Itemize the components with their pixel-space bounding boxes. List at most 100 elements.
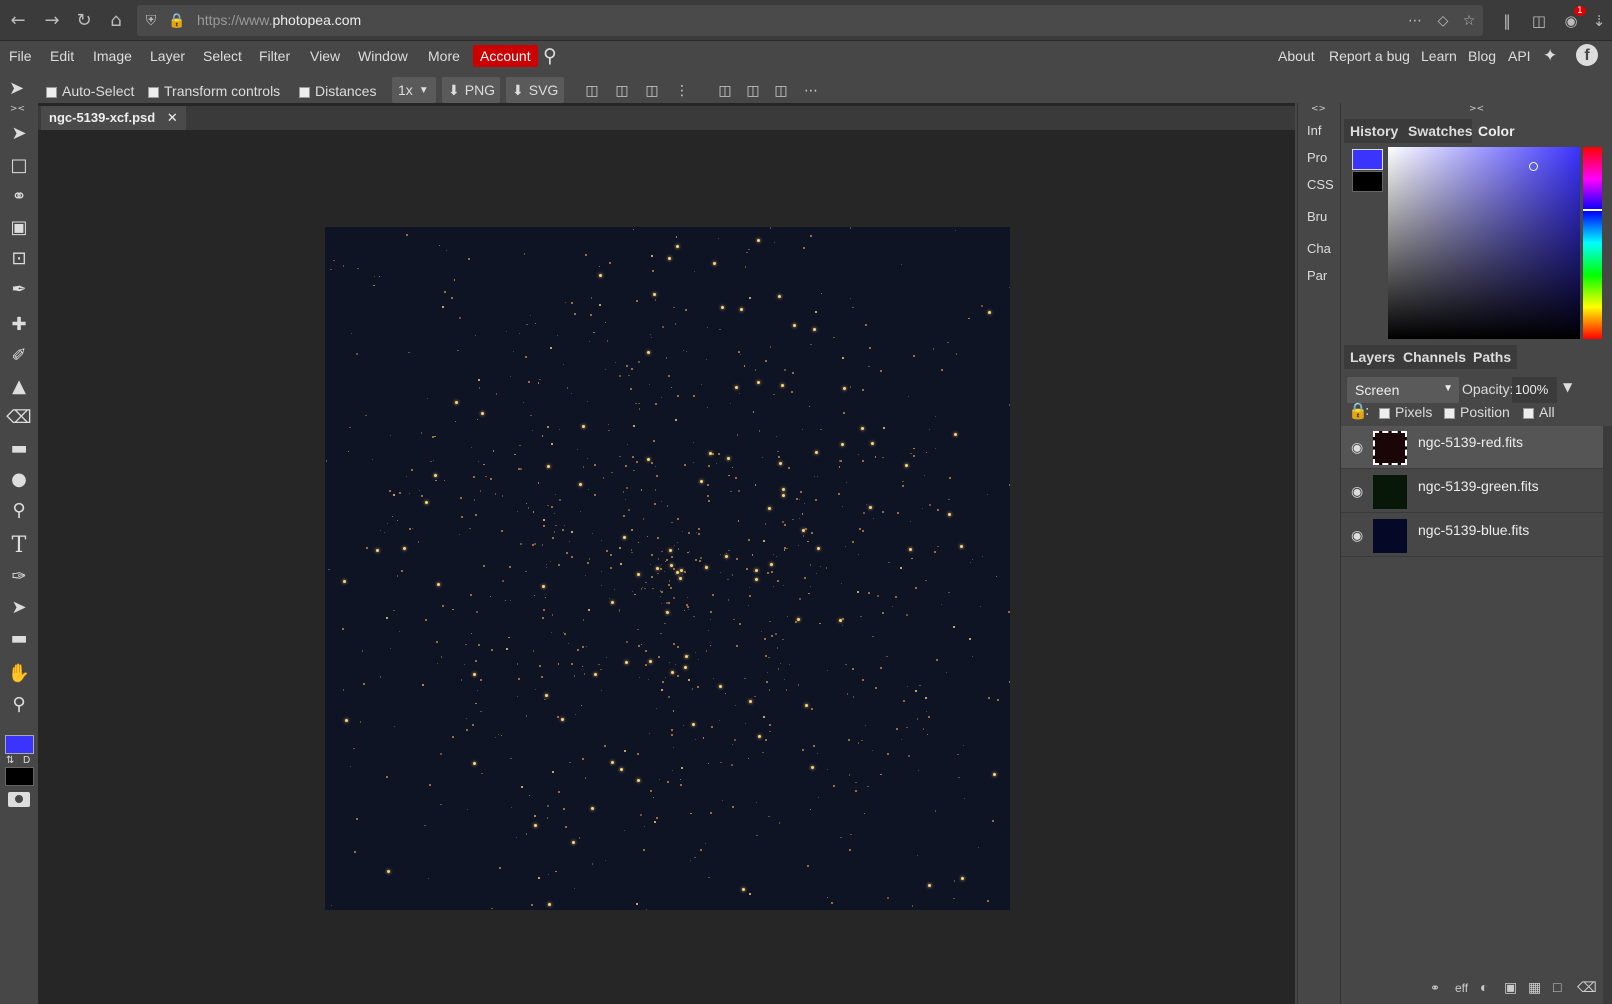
zoom-select[interactable]: 1x ▼ (392, 77, 436, 103)
tab-history[interactable]: History (1344, 119, 1405, 143)
distances-checkbox[interactable]: Distances (299, 83, 376, 99)
new-group-icon[interactable]: ▦ (1528, 979, 1541, 996)
facebook-icon[interactable]: f (1576, 44, 1598, 66)
bookmark-star-icon[interactable]: ☆ (1459, 11, 1479, 31)
image-canvas[interactable] (325, 227, 1010, 910)
eye-icon[interactable]: ◉ (1351, 484, 1363, 500)
crop-tool-icon[interactable]: ⊡ (3, 243, 35, 273)
background-color-swatch[interactable] (1352, 171, 1383, 192)
url-bar[interactable]: ⛨ 🔒 https://www.photopea.com ⋯ ◇ ☆ (137, 5, 1483, 36)
pen-tool-icon[interactable]: ✑ (3, 561, 35, 591)
align-middle-v-icon[interactable]: ◫ (742, 80, 764, 102)
adjustment-layer-icon[interactable]: ◐ (1480, 979, 1488, 995)
menu-about[interactable]: About (1278, 48, 1315, 64)
lock-position-checkbox[interactable]: Position (1444, 404, 1510, 420)
marquee-tool-icon[interactable]: □ (3, 150, 35, 180)
collapse-toolbar-icon[interactable]: >< (10, 104, 25, 114)
document-tab[interactable]: ngc-5139-xcf.psd ✕ (41, 106, 186, 130)
back-icon[interactable]: ← (4, 6, 32, 34)
default-colors-icon[interactable]: D (23, 755, 30, 766)
more-actions-icon[interactable]: ⋯ (1405, 11, 1425, 31)
menu-api[interactable]: API (1508, 48, 1531, 64)
layers-scrollbar[interactable] (1603, 426, 1612, 1004)
zoom-tool-icon[interactable]: ⚲ (3, 689, 35, 719)
align-top-icon[interactable]: ◫ (714, 80, 736, 102)
lock-pixels-checkbox[interactable]: Pixels (1379, 404, 1432, 420)
sidebar-icon[interactable]: ◫ (1528, 10, 1550, 32)
library-icon[interactable]: ‖ (1496, 10, 1518, 32)
export-png-button[interactable]: ⬇ PNG (442, 77, 500, 103)
tab-channels[interactable]: Channels (1397, 345, 1473, 369)
dodge-tool-icon[interactable]: ⚲ (3, 495, 35, 525)
layer-row[interactable]: ◉ ngc-5139-red.fits (1341, 426, 1603, 469)
lock-icon[interactable]: 🔒 (167, 11, 187, 31)
tab-swatches[interactable]: Swatches (1402, 119, 1479, 143)
menu-layer[interactable]: Layer (150, 48, 185, 64)
align-right-icon[interactable]: ◫ (641, 80, 663, 102)
swap-colors-icon[interactable]: ⇅ (6, 755, 14, 766)
close-tab-icon[interactable]: ✕ (167, 110, 178, 125)
path-select-tool-icon[interactable]: ➤ (3, 592, 35, 622)
link-layers-icon[interactable]: ⚭ (1430, 981, 1440, 995)
panel-brush[interactable]: Bru (1307, 209, 1327, 224)
collapse-panel-icon[interactable]: >< (1469, 104, 1484, 114)
menu-filter[interactable]: Filter (259, 48, 290, 64)
eyedropper-tool-icon[interactable]: ✒ (3, 274, 35, 304)
menu-report-bug[interactable]: Report a bug (1329, 48, 1410, 64)
layer-row[interactable]: ◉ ngc-5139-blue.fits (1341, 514, 1603, 557)
menu-window[interactable]: Window (358, 48, 408, 64)
shield-icon[interactable]: ⛨ (141, 11, 161, 31)
gradient-tool-icon[interactable]: ▬ (3, 433, 35, 463)
quick-mask-icon[interactable] (8, 792, 30, 807)
hand-tool-icon[interactable]: ✋ (3, 658, 35, 688)
transform-controls-checkbox[interactable]: Transform controls (148, 83, 280, 99)
tab-layers[interactable]: Layers (1344, 345, 1402, 369)
panel-properties[interactable]: Pro (1307, 150, 1327, 165)
align-bottom-icon[interactable]: ◫ (770, 80, 792, 102)
opacity-dropdown-icon[interactable]: ▼ (1563, 380, 1572, 394)
pocket-icon[interactable]: ◇ (1433, 11, 1453, 31)
forward-icon[interactable]: → (38, 6, 66, 34)
background-color-swatch[interactable] (5, 767, 34, 786)
lasso-tool-icon[interactable]: ⚭ (3, 181, 35, 211)
healing-brush-tool-icon[interactable]: ✚ (3, 309, 35, 339)
align-center-h-icon[interactable]: ◫ (611, 80, 633, 102)
brush-tool-icon[interactable]: ✐ (3, 340, 35, 370)
clone-stamp-tool-icon[interactable]: ▲ (3, 371, 35, 401)
menu-file[interactable]: File (9, 48, 32, 64)
menu-more[interactable]: More (428, 48, 460, 64)
type-tool-icon[interactable]: T (3, 530, 35, 560)
panel-paragraph[interactable]: Par (1307, 268, 1327, 283)
twitter-icon[interactable]: ✦ (1543, 46, 1557, 66)
new-layer-icon[interactable]: □ (1553, 979, 1561, 995)
align-left-icon[interactable]: ◫ (581, 80, 603, 102)
search-icon[interactable]: ⚲ (543, 45, 557, 67)
move-tool-icon[interactable]: ➤ (3, 118, 35, 148)
url-text[interactable]: https://www.photopea.com (197, 12, 361, 28)
home-icon[interactable]: ⌂ (102, 6, 130, 34)
reload-icon[interactable]: ↻ (70, 6, 98, 34)
tab-color[interactable]: Color (1472, 119, 1521, 143)
eye-icon[interactable]: ◉ (1351, 528, 1363, 544)
distribute-v-icon[interactable]: ⋯ (800, 80, 822, 102)
opacity-input[interactable]: 100% (1512, 377, 1557, 403)
color-picker-handle[interactable] (1529, 162, 1538, 171)
menu-view[interactable]: View (310, 48, 340, 64)
panel-css[interactable]: CSS (1307, 177, 1334, 192)
hue-slider[interactable] (1583, 147, 1602, 339)
layer-mask-icon[interactable]: ▣ (1504, 979, 1517, 996)
panel-info[interactable]: Inf (1307, 123, 1321, 138)
quick-select-tool-icon[interactable]: ▣ (3, 212, 35, 242)
menu-image[interactable]: Image (93, 48, 132, 64)
download-icon[interactable]: ⇣ (1588, 10, 1610, 32)
layer-row[interactable]: ◉ ngc-5139-green.fits (1341, 470, 1603, 513)
layer-effects-icon[interactable]: eff (1455, 981, 1468, 995)
auto-select-checkbox[interactable]: Auto-Select (46, 83, 134, 99)
tab-paths[interactable]: Paths (1467, 345, 1518, 369)
color-picker-field[interactable] (1388, 147, 1580, 339)
distribute-h-icon[interactable]: ⋮ (671, 80, 693, 102)
blend-mode-select[interactable]: Screen ▼ (1347, 377, 1459, 403)
menu-learn[interactable]: Learn (1421, 48, 1457, 64)
foreground-color-swatch[interactable] (5, 735, 34, 754)
hue-slider-handle[interactable] (1583, 209, 1602, 211)
